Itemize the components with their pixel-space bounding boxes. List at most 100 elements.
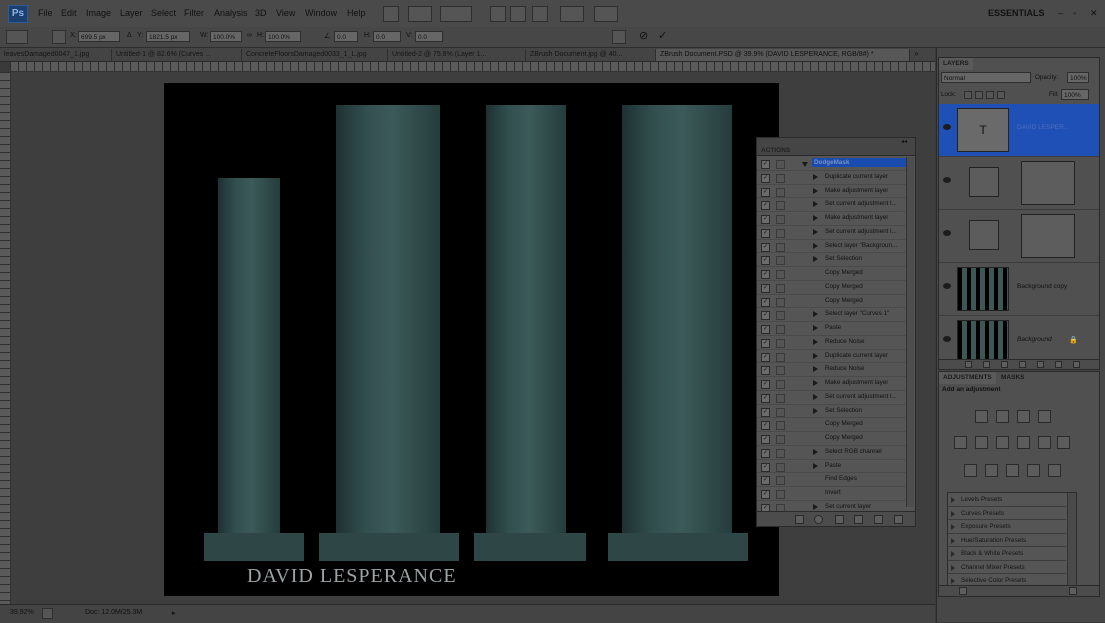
close-icon[interactable]: ✕ [1090, 8, 1098, 19]
panel-collapse-icon[interactable]: ◂◂ [901, 138, 907, 145]
dialog-toggle-box[interactable] [776, 393, 785, 403]
action-toggle-checkbox[interactable]: ✓ [761, 393, 770, 403]
expand-right-icon[interactable] [813, 338, 818, 345]
preset-row[interactable]: Curves Presets [948, 507, 1066, 520]
canvas-text-layer[interactable]: DAVID LESPERANCE [247, 565, 457, 588]
expand-right-icon[interactable] [813, 311, 818, 318]
layer-row[interactable] [939, 210, 1099, 263]
action-toggle-checkbox[interactable]: ✓ [761, 476, 770, 486]
tab-layers[interactable]: LAYERS [939, 58, 973, 70]
expand-right-icon[interactable] [813, 503, 818, 510]
tab-document[interactable]: leavesDamaged0047_1.jpg [0, 49, 112, 61]
dialog-toggle-box[interactable] [776, 297, 785, 307]
layer-row[interactable]: T DAVID LESPER... [939, 104, 1099, 157]
action-step-row[interactable]: ✓ Find Edges [757, 473, 907, 487]
hand-tool-icon[interactable] [490, 6, 506, 22]
tab-document[interactable]: Untitled-2 @ 75.8% (Layer 1... [388, 49, 526, 61]
warp-mode-icon[interactable] [612, 30, 626, 44]
expand-right-icon[interactable] [813, 352, 818, 359]
preset-row[interactable]: Hue/Saturation Presets [948, 534, 1066, 547]
vertical-skew-field[interactable]: 0.0 [415, 31, 443, 42]
dialog-toggle-box[interactable] [776, 352, 785, 362]
lock-pixels-icon[interactable] [975, 91, 983, 99]
action-step-row[interactable]: ✓ Reduce Noise [757, 363, 907, 377]
posterize-icon[interactable] [985, 464, 998, 477]
expand-right-icon[interactable] [813, 462, 818, 469]
expand-right-icon[interactable] [813, 393, 818, 400]
action-toggle-checkbox[interactable]: ✓ [761, 421, 770, 431]
expand-right-icon[interactable] [813, 366, 818, 373]
expand-right-icon[interactable] [813, 187, 818, 194]
add-mask-icon[interactable] [1001, 361, 1008, 368]
document-canvas[interactable]: DAVID LESPERANCE [164, 83, 779, 596]
height-field[interactable]: 100.0% [265, 31, 301, 42]
hue-saturation-icon[interactable] [975, 436, 988, 449]
status-icon[interactable] [42, 608, 53, 619]
dialog-toggle-box[interactable] [776, 256, 785, 266]
menu-help[interactable]: Help [347, 8, 366, 18]
lock-position-icon[interactable] [986, 91, 994, 99]
expand-right-icon[interactable] [813, 448, 818, 455]
layer-mask-thumbnail[interactable] [1021, 161, 1075, 205]
delete-layer-icon[interactable] [1073, 361, 1080, 368]
commit-transform-icon[interactable]: ✓ [658, 29, 667, 42]
dialog-toggle-box[interactable] [776, 187, 785, 197]
action-toggle-checkbox[interactable]: ✓ [761, 201, 770, 211]
action-toggle-checkbox[interactable]: ✓ [761, 160, 770, 169]
vertical-ruler[interactable] [0, 72, 11, 607]
menu-analysis[interactable]: Analysis [214, 8, 248, 18]
action-toggle-checkbox[interactable]: ✓ [761, 352, 770, 362]
expand-right-icon[interactable] [813, 325, 818, 331]
dialog-toggle-box[interactable] [776, 228, 785, 238]
action-step-row[interactable]: ✓ Invert [757, 487, 907, 501]
screen-mode-icon[interactable] [594, 6, 618, 22]
workspace-switcher[interactable]: ESSENTIALS [988, 8, 1045, 18]
action-step-row[interactable]: ✓ Set current adjustment l... [757, 226, 907, 240]
arrange-documents-icon[interactable] [560, 6, 584, 22]
action-toggle-checkbox[interactable]: ✓ [761, 448, 770, 458]
vibrance-icon[interactable] [954, 436, 967, 449]
action-toggle-checkbox[interactable]: ✓ [761, 228, 770, 238]
opacity-field[interactable]: 100% [1067, 72, 1089, 83]
tab-masks[interactable]: MASKS [997, 372, 1028, 384]
expand-right-icon[interactable] [951, 578, 955, 584]
action-toggle-checkbox[interactable]: ✓ [761, 435, 770, 444]
visibility-eye-icon[interactable] [943, 336, 951, 342]
new-action-icon[interactable] [874, 515, 883, 524]
dialog-toggle-box[interactable] [776, 435, 785, 444]
menu-edit[interactable]: Edit [61, 8, 77, 18]
preset-row[interactable]: Levels Presets [948, 493, 1066, 507]
tool-preset-icon[interactable] [6, 30, 28, 44]
action-toggle-checkbox[interactable]: ✓ [761, 215, 770, 224]
tab-document[interactable]: ConcreteFloorsDamaged0033_1_L.jpg [242, 49, 388, 61]
stop-icon[interactable] [795, 515, 804, 524]
dialog-toggle-box[interactable] [776, 462, 785, 472]
actions-scrollbar[interactable] [906, 157, 914, 507]
fx-icon[interactable] [983, 361, 990, 368]
action-toggle-checkbox[interactable]: ✓ [761, 407, 770, 417]
angle-field[interactable]: 0.0 [334, 31, 358, 42]
expand-right-icon[interactable] [813, 256, 818, 263]
return-to-list-icon[interactable] [959, 587, 967, 595]
action-set-row[interactable]: ✓ DodgeMask [757, 157, 907, 171]
delete-icon[interactable] [894, 515, 903, 524]
layer-name[interactable]: Background copy [1017, 283, 1067, 290]
new-group-icon[interactable] [1037, 361, 1044, 368]
action-step-row[interactable]: ✓ Set Selection [757, 405, 907, 419]
action-toggle-checkbox[interactable]: ✓ [761, 490, 770, 499]
action-step-row[interactable]: ✓ Copy Merged [757, 267, 907, 281]
preset-row[interactable]: Channel Mixer Presets [948, 561, 1066, 574]
selective-color-icon[interactable] [1048, 464, 1061, 477]
action-toggle-checkbox[interactable]: ✓ [761, 325, 770, 334]
layer-name[interactable]: DAVID LESPER... [1017, 124, 1069, 131]
status-menu-arrow-icon[interactable]: ▸ [172, 609, 176, 617]
preset-row[interactable]: Black & White Presets [948, 547, 1066, 561]
dialog-toggle-box[interactable] [776, 160, 785, 169]
action-toggle-checkbox[interactable]: ✓ [761, 297, 770, 307]
action-toggle-checkbox[interactable]: ✓ [761, 173, 770, 183]
action-toggle-checkbox[interactable]: ✓ [761, 283, 770, 293]
x-field[interactable]: 699.5 px [78, 31, 120, 42]
expand-right-icon[interactable] [813, 380, 818, 386]
dialog-toggle-box[interactable] [776, 366, 785, 376]
visibility-eye-icon[interactable] [943, 177, 951, 183]
